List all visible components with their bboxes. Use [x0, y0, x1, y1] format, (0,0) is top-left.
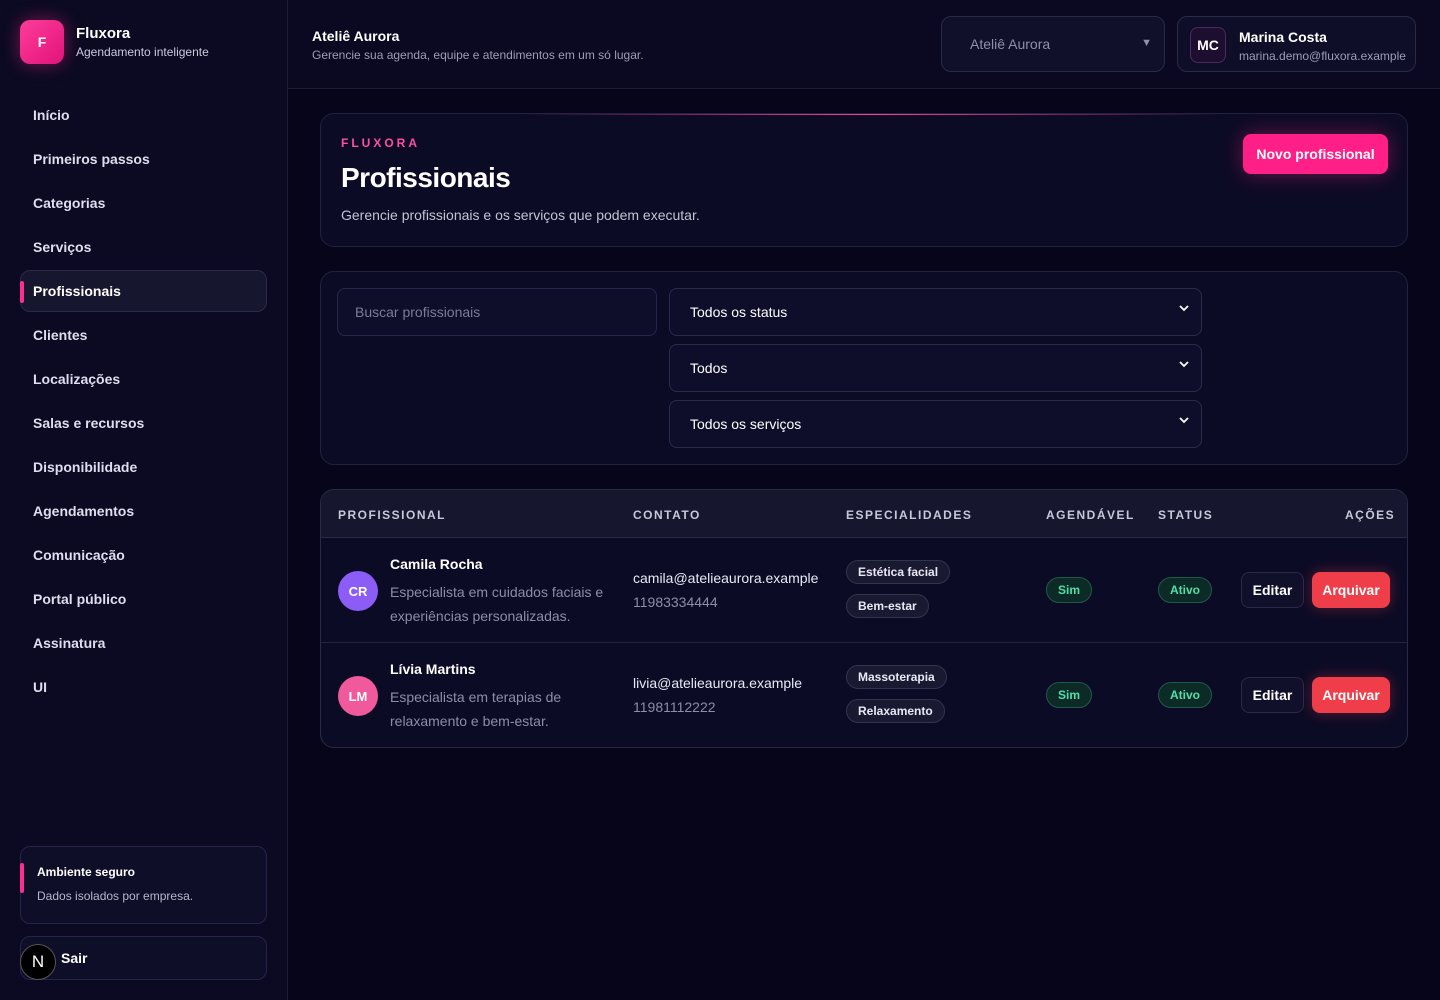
sidebar-item-agendamentos[interactable]: Agendamentos — [20, 490, 267, 532]
sidebar: F Fluxora Agendamento inteligente Início… — [0, 0, 288, 1000]
specialty-chip: Estética facial — [846, 560, 951, 584]
page-title: Profissionais — [341, 162, 511, 193]
specialty-chip: Massoterapia — [846, 665, 947, 689]
edit-button[interactable]: Editar — [1241, 677, 1304, 713]
sidebar-nav: Início Primeiros passos Categorias Servi… — [20, 94, 267, 710]
sidebar-item-comunicacao[interactable]: Comunicação — [20, 534, 267, 576]
sidebar-item-localizacoes[interactable]: Localizações — [20, 358, 267, 400]
company-select[interactable]: Ateliê Aurora ▼ — [941, 16, 1165, 72]
column-header-contato: CONTATO — [633, 508, 701, 522]
filters-card: Todos os status Todos Todos os serviços — [320, 271, 1408, 465]
eyebrow: FLUXORA — [341, 136, 420, 150]
chevron-down-icon — [1179, 361, 1189, 368]
bookable-badge: Sim — [1046, 682, 1093, 708]
chevron-down-icon — [1179, 417, 1189, 424]
company-select-value: Ateliê Aurora — [970, 36, 1051, 52]
professional-email: camila@atelieaurora.example — [633, 570, 819, 586]
professional-email: livia@atelieaurora.example — [633, 675, 803, 691]
status-select[interactable]: Todos os status — [669, 288, 1202, 336]
secure-subtitle: Dados isolados por empresa. — [37, 889, 194, 903]
professional-bio: Especialista em cuidados faciais e exper… — [390, 584, 604, 624]
chevron-down-icon — [1179, 305, 1189, 312]
top-header: Ateliê Aurora Gerencie sua agenda, equip… — [288, 0, 1440, 89]
professionals-table: PROFISSIONAL CONTATO ESPECIALIDADES AGEN… — [320, 489, 1408, 748]
brand-subtitle: Agendamento inteligente — [76, 45, 209, 59]
brand-name: Fluxora — [76, 25, 131, 42]
sidebar-item-ui[interactable]: UI — [20, 666, 267, 708]
column-header-profissional: PROFISSIONAL — [338, 508, 447, 522]
n-logo-icon[interactable]: N — [20, 944, 56, 980]
header-subtitle: Gerencie sua agenda, equipe e atendiment… — [312, 48, 644, 62]
professional-name: Lívia Martins — [390, 661, 476, 677]
sidebar-item-salas-recursos[interactable]: Salas e recursos — [20, 402, 267, 444]
secure-environment-card: Ambiente seguro Dados isolados por empre… — [20, 846, 267, 924]
status-select-value: Todos os status — [690, 304, 788, 320]
secure-title: Ambiente seguro — [37, 865, 136, 879]
professional-name: Camila Rocha — [390, 556, 483, 572]
table-header: PROFISSIONAL CONTATO ESPECIALIDADES AGEN… — [321, 490, 1407, 538]
professional-phone: 11981112222 — [633, 699, 716, 715]
brand-logo: F — [20, 20, 64, 64]
status-badge: Ativo — [1158, 682, 1212, 708]
user-menu[interactable]: MC Marina Costa marina.demo@fluxora.exam… — [1177, 16, 1416, 72]
specialty-chip: Relaxamento — [846, 699, 945, 723]
bookable-select[interactable]: Todos — [669, 344, 1202, 392]
sidebar-item-clientes[interactable]: Clientes — [20, 314, 267, 356]
hero-glow-line — [521, 114, 1221, 115]
user-email: marina.demo@fluxora.example — [1239, 49, 1406, 63]
professional-phone: 11983334444 — [633, 594, 718, 610]
brand[interactable]: F Fluxora Agendamento inteligente — [20, 20, 209, 64]
header-title: Ateliê Aurora — [312, 28, 400, 44]
table-row: CR Camila Rocha Especialista em cuidados… — [321, 538, 1407, 643]
sidebar-item-portal-publico[interactable]: Portal público — [20, 578, 267, 620]
sidebar-item-profissionais[interactable]: Profissionais — [20, 270, 267, 312]
archive-button[interactable]: Arquivar — [1312, 572, 1390, 608]
avatar: CR — [338, 571, 378, 611]
table-row: LM Lívia Martins Especialista em terapia… — [321, 643, 1407, 747]
edit-button[interactable]: Editar — [1241, 572, 1304, 608]
services-select[interactable]: Todos os serviços — [669, 400, 1202, 448]
column-header-acoes: AÇÕES — [1345, 508, 1396, 522]
bookable-select-value: Todos — [690, 360, 728, 376]
column-header-agendavel: AGENDÁVEL — [1046, 508, 1135, 522]
sidebar-item-disponibilidade[interactable]: Disponibilidade — [20, 446, 267, 488]
sidebar-item-inicio[interactable]: Início — [20, 94, 267, 136]
column-header-status: STATUS — [1158, 508, 1214, 522]
bookable-badge: Sim — [1046, 577, 1093, 603]
page-header-card: FLUXORA Profissionais Gerencie profissio… — [320, 113, 1408, 247]
specialty-chip: Bem-estar — [846, 594, 929, 618]
caret-down-icon: ▼ — [1141, 37, 1152, 49]
professional-bio: Especialista em terapias de relaxamento … — [390, 689, 562, 729]
new-professional-button[interactable]: Novo profissional — [1243, 134, 1388, 174]
user-name: Marina Costa — [1239, 29, 1327, 45]
sidebar-item-assinatura[interactable]: Assinatura — [20, 622, 267, 664]
avatar: MC — [1190, 27, 1226, 63]
services-select-value: Todos os serviços — [690, 416, 802, 432]
sidebar-item-categorias[interactable]: Categorias — [20, 182, 267, 224]
page-description: Gerencie profissionais e os serviços que… — [341, 207, 700, 223]
column-header-especialidades: ESPECIALIDADES — [846, 508, 973, 522]
status-badge: Ativo — [1158, 577, 1212, 603]
avatar: LM — [338, 676, 378, 716]
archive-button[interactable]: Arquivar — [1312, 677, 1390, 713]
search-input[interactable] — [337, 288, 657, 336]
sidebar-item-servicos[interactable]: Serviços — [20, 226, 267, 268]
sidebar-item-primeiros-passos[interactable]: Primeiros passos — [20, 138, 267, 180]
logout-button[interactable]: Sair — [20, 936, 267, 980]
